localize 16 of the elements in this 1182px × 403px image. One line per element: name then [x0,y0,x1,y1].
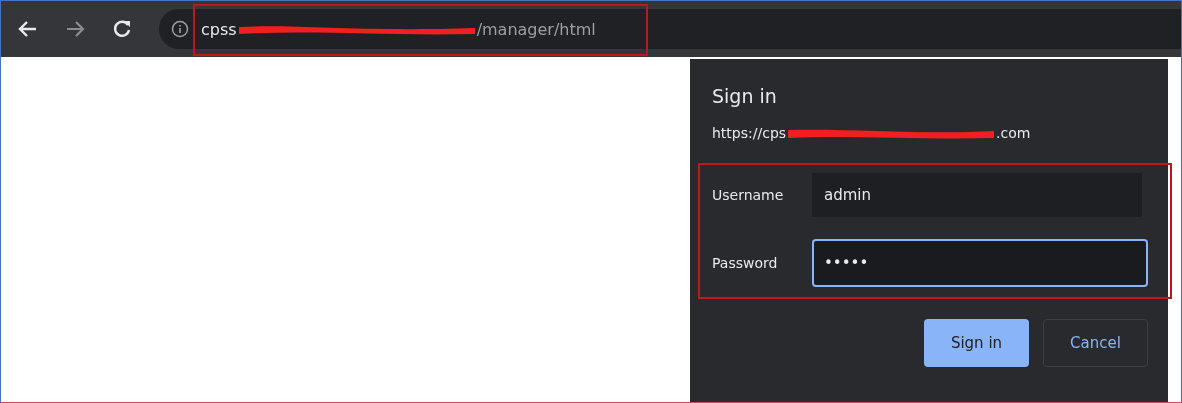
sign-in-button[interactable]: Sign in [924,319,1029,367]
site-origin-text: .com [996,125,1031,141]
back-icon[interactable] [18,20,38,38]
field-label: Password [712,255,779,271]
url-host-text: cpss [201,19,237,39]
address-bar[interactable]: cpss /manager/html [159,9,1181,49]
cancel-button[interactable]: Cancel [1043,319,1148,367]
forward-icon[interactable] [65,20,85,38]
dialog-title: Sign in [712,85,778,107]
reload-icon[interactable] [112,19,132,39]
site-origin-text: https://cps [712,125,787,141]
info-icon[interactable] [171,20,189,38]
field-label: Username [712,187,785,203]
url-path-text: /manager/html [476,19,596,39]
input-field[interactable]: admin [812,173,1142,217]
input-field[interactable]: ••••• [812,239,1148,287]
